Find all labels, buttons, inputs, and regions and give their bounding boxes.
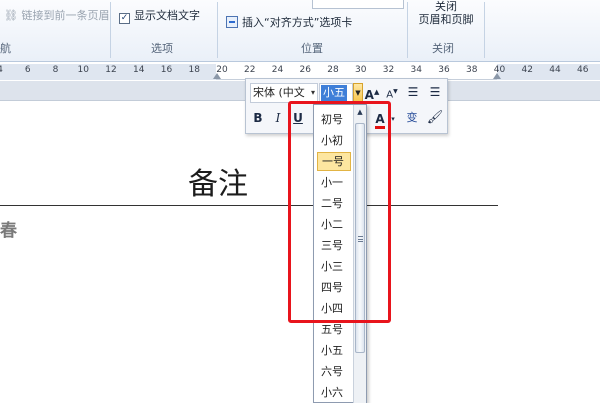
shrink-font-button[interactable]: A▼ xyxy=(384,83,400,103)
font-size-option[interactable]: 小四 xyxy=(315,299,354,318)
group-label-options: 选项 xyxy=(151,42,173,55)
font-size-option[interactable]: 五号 xyxy=(315,320,354,339)
font-size-dropdown-button[interactable]: ▼ xyxy=(353,83,363,103)
font-color-icon: A xyxy=(375,112,385,129)
right-indent-marker[interactable] xyxy=(493,73,501,79)
ruler-tick-label: 26 xyxy=(299,65,311,75)
ribbon-dropdown-partial[interactable] xyxy=(312,0,404,9)
font-size-option[interactable]: 小初 xyxy=(315,131,354,150)
ruler-tick-label: 36 xyxy=(438,65,450,75)
ruler-tick-label: 34 xyxy=(410,65,422,75)
font-size-option[interactable]: 小五 xyxy=(315,341,354,360)
grow-font-button[interactable]: A▲ xyxy=(364,83,380,103)
link-to-previous-button[interactable]: ⛓ 链接到前一条页眉 xyxy=(4,7,109,23)
font-size-option[interactable]: 三号 xyxy=(315,236,354,255)
increase-indent-button[interactable]: ☰ xyxy=(426,83,444,103)
font-name-combobox[interactable]: 宋体 (中文 ▾ xyxy=(250,83,318,103)
decrease-indent-icon: ☰ xyxy=(407,85,419,99)
group-separator xyxy=(110,2,111,58)
show-doc-text-checkbox[interactable]: ✓ 显示文档文字 xyxy=(119,7,200,24)
ruler-tick-label: 24 xyxy=(271,65,284,75)
underline-button[interactable]: U xyxy=(290,109,306,129)
ribbon: ⛓ 链接到前一条页眉 航 ✓ 显示文档文字 选项 插入“对齐方式”选项卡 位置 关… xyxy=(0,0,600,62)
font-color-dropdown[interactable]: ▾ xyxy=(389,110,397,130)
decrease-indent-button[interactable]: ☰ xyxy=(404,83,422,103)
font-size-option[interactable]: 小二 xyxy=(315,215,354,234)
chevron-down-icon: ▼ xyxy=(355,89,361,97)
close-header-footer-button[interactable]: 关闭 页眉和页脚 xyxy=(414,0,478,26)
ruler-tick-label: 28 xyxy=(327,65,339,75)
ruler-tick-label: 18 xyxy=(188,65,200,75)
font-size-option[interactable]: 小三 xyxy=(315,257,354,276)
phonetic-guide-button[interactable]: 变 xyxy=(403,109,421,129)
header-underline xyxy=(0,205,498,206)
italic-button[interactable]: I xyxy=(270,109,286,129)
ruler-tick-label: 4 xyxy=(0,65,3,75)
font-size-option[interactable]: 四号 xyxy=(315,278,354,297)
ruler-tick-label: 16 xyxy=(160,65,173,75)
bold-button[interactable]: B xyxy=(250,109,266,129)
font-size-dropdown-list: 初号小初一号小一二号小二三号小三四号小四五号小五六号小六 ▲ xyxy=(313,104,367,403)
ruler-tick-label: 8 xyxy=(52,65,59,75)
font-color-button[interactable]: A xyxy=(372,110,388,130)
ruler-tick-label: 6 xyxy=(24,65,31,75)
ruler-tick-label: 14 xyxy=(133,65,145,75)
body-text-fragment[interactable]: 春 xyxy=(0,216,17,241)
ruler-tick-label: 22 xyxy=(244,65,256,75)
align-tab-icon xyxy=(226,16,238,28)
group-label-navigation: 航 xyxy=(0,42,11,55)
checkbox-checked-icon: ✓ xyxy=(119,13,130,24)
insert-align-tab-button[interactable]: 插入“对齐方式”选项卡 xyxy=(226,14,352,30)
grow-font-icon: A xyxy=(364,88,374,102)
format-painter-button[interactable]: 🖌 xyxy=(426,109,444,129)
ruler-tick-label: 44 xyxy=(549,65,561,75)
group-separator xyxy=(407,2,408,58)
chevron-down-icon: ▾ xyxy=(391,115,395,123)
ruler-tick-label: 30 xyxy=(355,65,367,75)
group-label-close: 关闭 xyxy=(432,42,454,55)
increase-indent-icon: ☰ xyxy=(429,85,441,99)
font-size-option[interactable]: 一号 xyxy=(317,152,351,171)
font-size-option[interactable]: 二号 xyxy=(315,194,354,213)
ruler-tick-label: 38 xyxy=(466,65,478,75)
scroll-up-arrow-icon[interactable]: ▲ xyxy=(355,106,365,119)
font-size-option[interactable]: 初号 xyxy=(315,110,354,129)
scrollbar-thumb[interactable] xyxy=(355,123,365,353)
dropdown-scrollbar[interactable]: ▲ xyxy=(353,105,366,403)
format-painter-icon: 🖌 xyxy=(426,110,444,125)
font-size-option[interactable]: 小六 xyxy=(315,383,354,402)
group-separator xyxy=(484,2,485,58)
header-title-text[interactable]: 备注 xyxy=(188,159,248,203)
font-size-option[interactable]: 六号 xyxy=(315,362,354,381)
left-indent-marker[interactable] xyxy=(213,73,221,79)
font-size-items: 初号小初一号小一二号小二三号小三四号小四五号小五六号小六 xyxy=(315,105,354,403)
ruler-tick-label: 42 xyxy=(521,65,533,75)
ruler-tick-label: 10 xyxy=(77,65,89,75)
font-size-option[interactable]: 小一 xyxy=(315,173,354,192)
font-size-combobox[interactable]: 小五 xyxy=(319,83,353,103)
link-icon: ⛓ xyxy=(4,9,18,22)
phonetic-guide-icon: 变 xyxy=(406,111,418,124)
ruler-tick-label: 46 xyxy=(577,65,589,75)
font-size-value: 小五 xyxy=(321,85,347,101)
ruler-tick-label: 12 xyxy=(105,65,117,75)
ruler-tick-label: 32 xyxy=(382,65,395,75)
chevron-down-icon: ▾ xyxy=(310,88,315,97)
group-separator xyxy=(217,2,218,58)
scroll-grip-icon xyxy=(358,236,363,242)
group-label-position: 位置 xyxy=(301,42,323,55)
